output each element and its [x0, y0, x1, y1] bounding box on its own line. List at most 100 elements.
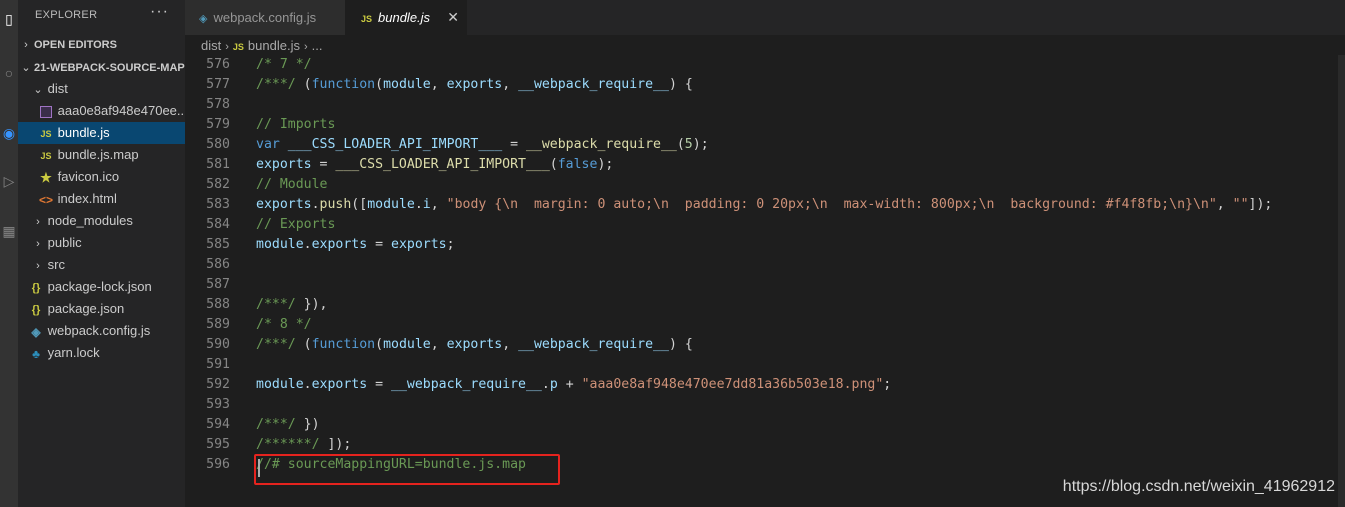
- tree-file-webpack-config[interactable]: ◈ webpack.config.js: [18, 320, 185, 342]
- code-text[interactable]: /***/ (function(module, exports, __webpa…: [256, 75, 693, 95]
- code-token: exports: [256, 157, 312, 172]
- code-text[interactable]: /***/ }): [256, 415, 320, 435]
- code-token: );: [597, 157, 614, 172]
- code-token: /* 7 */: [256, 57, 312, 72]
- code-line[interactable]: 581 exports = ___CSS_LOADER_API_IMPORT___…: [185, 155, 1345, 175]
- code-line[interactable]: 591: [185, 355, 1345, 375]
- line-number: 593: [206, 397, 230, 412]
- code-line[interactable]: 583 exports.push([module.i, "body {\n mar…: [185, 195, 1345, 215]
- code-token: /******/: [256, 437, 328, 452]
- breadcrumb-symbol[interactable]: ...: [312, 38, 323, 53]
- project-section[interactable]: ⌄ 21-WEBPACK-SOURCE-MAP: [18, 57, 185, 79]
- code-line[interactable]: 579 // Imports: [185, 115, 1345, 135]
- line-number: 587: [206, 277, 230, 292]
- chevron-right-icon: ›: [303, 41, 308, 53]
- code-text[interactable]: /* 7 */: [256, 55, 312, 75]
- line-number: 583: [206, 197, 230, 212]
- code-line[interactable]: 589 /* 8 */: [185, 315, 1345, 335]
- code-text[interactable]: module.exports = __webpack_require__.p +…: [256, 375, 891, 395]
- code-text[interactable]: exports.push([module.i, "body {\n margin…: [256, 195, 1272, 215]
- code-token: .: [414, 197, 423, 212]
- image-file-icon: [40, 105, 52, 118]
- tree-item-label: package.json: [47, 301, 125, 316]
- code-token: // Imports: [256, 117, 336, 132]
- code-line[interactable]: 592 module.exports = __webpack_require__.…: [185, 375, 1345, 395]
- code-line[interactable]: 582 // Module: [185, 175, 1345, 195]
- code-text[interactable]: /***/ }),: [256, 295, 327, 315]
- js-file-icon: JS: [40, 150, 52, 161]
- code-line[interactable]: 587: [185, 275, 1345, 295]
- code-editor[interactable]: 576/* 7 */577/***/ (function(module, exp…: [185, 55, 1345, 507]
- open-editors-section[interactable]: › OPEN EDITORS: [18, 34, 185, 56]
- chevron-right-icon: ›: [36, 260, 40, 272]
- tree-item-label: favicon.ico: [57, 169, 120, 184]
- chevron-right-icon: ›: [225, 41, 229, 53]
- code-text[interactable]: // Exports: [256, 215, 335, 235]
- breadcrumb-folder[interactable]: dist: [201, 38, 221, 53]
- code-text[interactable]: module.exports = exports;: [256, 235, 455, 255]
- line-number: 589: [206, 317, 230, 332]
- js-file-icon: JS: [40, 128, 52, 139]
- code-line[interactable]: 584 // Exports: [185, 215, 1345, 235]
- tree-item-label: public: [47, 235, 82, 250]
- code-line[interactable]: 580 var ___CSS_LOADER_API_IMPORT___ = __w…: [185, 135, 1345, 155]
- tree-item-label: index.html: [57, 191, 117, 206]
- code-text[interactable]: var ___CSS_LOADER_API_IMPORT___ = __webp…: [256, 135, 709, 155]
- tree-folder-dist[interactable]: ⌄ dist: [18, 78, 185, 100]
- tree-file-package-lock[interactable]: {} package-lock.json: [18, 276, 185, 298]
- source-control-icon[interactable]: ◉: [0, 122, 18, 144]
- star-icon: ★: [40, 169, 52, 185]
- tree-file-yarn-lock[interactable]: ♣ yarn.lock: [18, 342, 185, 364]
- tree-file-index-html[interactable]: <> index.html: [18, 188, 185, 210]
- code-text[interactable]: /* 8 */: [256, 315, 312, 335]
- tree-item-label: bundle.js: [57, 125, 110, 140]
- code-text[interactable]: /******/ ]);: [256, 435, 351, 455]
- code-text[interactable]: /***/ (function(module, exports, __webpa…: [256, 335, 693, 355]
- scrollbar[interactable]: [1338, 55, 1345, 507]
- tab-webpack-config[interactable]: ◈ webpack.config.js: [185, 0, 345, 35]
- more-actions-icon[interactable]: ···: [150, 3, 169, 21]
- line-number: 582: [206, 177, 230, 192]
- tab-label: webpack.config.js: [213, 10, 317, 25]
- code-token: ,: [1216, 197, 1233, 212]
- tree-folder-public[interactable]: › public: [18, 232, 185, 254]
- tree-file-favicon[interactable]: ★ favicon.ico: [18, 166, 185, 188]
- code-line[interactable]: 595 /******/ ]);: [185, 435, 1345, 455]
- extensions-icon[interactable]: ▦: [0, 220, 18, 242]
- tree-item-label: dist: [47, 81, 68, 96]
- tree-item-label: webpack.config.js: [47, 323, 151, 338]
- code-token: push: [319, 197, 352, 212]
- code-line[interactable]: 585 module.exports = exports;: [185, 235, 1345, 255]
- tree-file-bundle-js-map[interactable]: JS bundle.js.map: [18, 144, 185, 166]
- chevron-down-icon: ⌄: [21, 62, 31, 74]
- code-line[interactable]: 590/***/ (function(module, exports, __we…: [185, 335, 1345, 355]
- code-line[interactable]: 578: [185, 95, 1345, 115]
- code-text[interactable]: // Imports: [256, 115, 335, 135]
- tab-bundle-js[interactable]: JS bundle.js ✕: [345, 0, 467, 35]
- search-icon[interactable]: ○: [0, 62, 18, 84]
- code-line[interactable]: 594 /***/ }): [185, 415, 1345, 435]
- code-line[interactable]: 588 /***/ }),: [185, 295, 1345, 315]
- code-line[interactable]: 577/***/ (function(module, exports, __we…: [185, 75, 1345, 95]
- code-token: __webpack_require__: [391, 377, 542, 392]
- files-icon[interactable]: ▯: [0, 8, 18, 30]
- close-icon[interactable]: ✕: [447, 0, 459, 35]
- tree-folder-node-modules[interactable]: › node_modules: [18, 210, 185, 232]
- tree-file-image[interactable]: aaa0e8af948e470ee...: [18, 100, 185, 122]
- debug-icon[interactable]: ▷: [0, 170, 18, 192]
- tree-file-package-json[interactable]: {} package.json: [18, 298, 185, 320]
- code-text[interactable]: exports = ___CSS_LOADER_API_IMPORT___(fa…: [256, 155, 613, 175]
- code-line[interactable]: 586: [185, 255, 1345, 275]
- code-token: function: [311, 337, 376, 352]
- tree-file-bundle-js[interactable]: JS bundle.js: [18, 122, 185, 144]
- editor-tabs: ◈ webpack.config.js JS bundle.js ✕: [185, 0, 1345, 35]
- tree-folder-src[interactable]: › src: [18, 254, 185, 276]
- webpack-cube-icon: ◈: [31, 324, 41, 339]
- code-token: (: [303, 337, 312, 352]
- code-line[interactable]: 576 /* 7 */: [185, 55, 1345, 75]
- breadcrumb-file[interactable]: bundle.js: [248, 38, 300, 53]
- code-text[interactable]: // Module: [256, 175, 327, 195]
- code-line[interactable]: 593: [185, 395, 1345, 415]
- activity-bar: ▯ ○ ◉ ▷ ▦: [0, 0, 18, 507]
- code-token: (: [549, 157, 558, 172]
